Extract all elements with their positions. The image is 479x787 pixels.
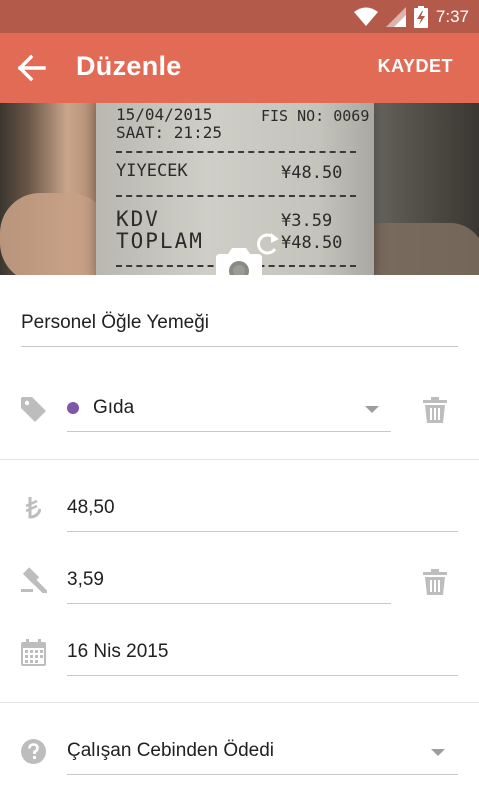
save-button[interactable]: KAYDET bbox=[378, 56, 453, 77]
receipt-divider bbox=[116, 151, 356, 153]
category-color-dot bbox=[67, 402, 79, 414]
receipt-total-amount: ¥48.50 bbox=[281, 233, 343, 253]
date-underline bbox=[67, 675, 458, 676]
delete-category-icon[interactable] bbox=[423, 397, 447, 423]
category-dropdown-icon[interactable] bbox=[365, 406, 379, 413]
status-time: 7:37 bbox=[435, 7, 469, 26]
page-title: Düzenle bbox=[76, 51, 182, 81]
category-select[interactable]: Gıda bbox=[93, 397, 134, 419]
help-icon bbox=[21, 739, 46, 764]
payment-method-dropdown-icon[interactable] bbox=[431, 749, 445, 756]
app-bar: Düzenle KAYDET bbox=[0, 33, 479, 103]
battery-icon bbox=[413, 6, 428, 28]
receipt-kdv-amount: ¥3.59 bbox=[281, 211, 333, 231]
section-divider bbox=[0, 702, 479, 703]
tax-underline bbox=[67, 603, 391, 604]
tag-icon bbox=[21, 397, 46, 422]
description-underline bbox=[21, 346, 458, 347]
receipt-kdv-label: KDV bbox=[116, 207, 160, 231]
wifi-icon bbox=[353, 7, 378, 26]
retake-photo-icon[interactable] bbox=[213, 230, 283, 275]
receipt-time: SAAT: 21:25 bbox=[116, 123, 222, 142]
receipt-item-amount: ¥48.50 bbox=[281, 163, 343, 183]
signal-icon bbox=[385, 7, 406, 27]
receipt-photo[interactable]: 15/04/2015 SAAT: 21:25 FIS NO: 0069 YIYE… bbox=[0, 103, 479, 275]
calendar-icon bbox=[21, 639, 46, 666]
receipt-item-name: YIYECEK bbox=[116, 161, 188, 181]
back-arrow-icon[interactable] bbox=[14, 50, 50, 86]
gavel-icon bbox=[21, 567, 47, 593]
amount-input[interactable]: 48,50 bbox=[67, 497, 115, 519]
section-divider bbox=[0, 459, 479, 460]
receipt-total-label: TOPLAM bbox=[116, 229, 204, 253]
status-icons: 7:37 bbox=[353, 5, 469, 29]
lira-icon bbox=[25, 497, 41, 519]
tax-input[interactable]: 3,59 bbox=[67, 569, 104, 591]
receipt-date: 15/04/2015 bbox=[116, 105, 213, 124]
payment-method-select[interactable]: Çalışan Cebinden Ödedi bbox=[67, 740, 274, 762]
category-underline bbox=[67, 431, 391, 432]
amount-underline bbox=[67, 531, 458, 532]
date-input[interactable]: 16 Nis 2015 bbox=[67, 641, 168, 663]
status-bar: 7:37 bbox=[0, 0, 479, 33]
photo-finger bbox=[0, 193, 110, 275]
delete-tax-icon[interactable] bbox=[423, 569, 447, 595]
receipt-fis-no: FIS NO: 0069 bbox=[261, 107, 370, 125]
receipt-divider bbox=[116, 195, 356, 197]
payment-method-underline bbox=[67, 774, 458, 775]
description-input[interactable]: Personel Öğle Yemeği bbox=[21, 312, 209, 334]
